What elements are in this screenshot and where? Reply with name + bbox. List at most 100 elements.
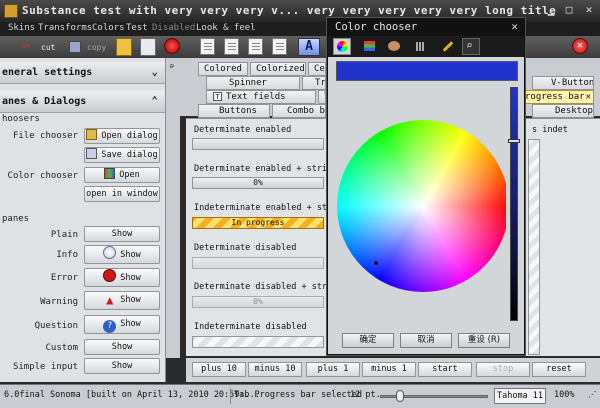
tab-buttons[interactable]: Buttons [198,104,270,118]
file-chooser-label: File chooser [12,131,78,141]
exit-icon[interactable]: ✕ [572,38,588,54]
close-icon[interactable]: ✕ [582,4,596,18]
align-center-icon[interactable] [224,38,239,55]
choosers-group-label: hoosers [2,114,40,124]
warning-label: Warning [40,297,78,307]
plain-label: Plain [50,230,78,240]
status-divider [230,388,231,404]
tab-v-buttons[interactable]: V-Buttons [532,76,594,90]
open-color-chooser-button[interactable]: Open [84,167,160,183]
reset-button[interactable]: 重设 (R) [458,333,510,348]
info-label: Info [56,250,78,260]
tab-combo-box[interactable]: Combo box [272,104,326,118]
minimize-icon[interactable]: ▁ [544,4,558,18]
color-picker-tab[interactable]: ⌕ [462,38,480,55]
tab-desktop[interactable]: Desktop [532,104,594,118]
tab-colored[interactable]: Colored [198,62,248,76]
reset-button[interactable]: reset [532,362,586,377]
brightness-slider[interactable] [510,87,518,321]
plus-10-button[interactable]: plus 10 [192,362,246,377]
stop-button[interactable]: stop [476,362,530,377]
simple-input-label: Simple input [12,362,78,372]
tab-scroll-area: ⌕ [166,58,180,358]
tab-ce[interactable]: Ce [308,62,326,76]
color-wheel-tab[interactable] [333,38,351,55]
show-question-button[interactable]: ? Show [84,315,160,334]
indeterminate-enabled-string-label: Indeterminate enabled + string [194,203,348,213]
indeterminate-disabled-progress [192,336,324,348]
save-icon[interactable] [140,38,156,56]
close-icon[interactable]: ✕ [511,20,518,33]
panes-dialogs-header[interactable]: anes & Dialogs ⌃ [0,91,165,113]
font-selector[interactable]: Tahoma 11 [494,388,546,404]
copy-icon [69,41,81,53]
color-chooser-tabs: ⌕ [328,36,524,57]
menu-test[interactable]: Test [126,23,148,33]
paste-icon[interactable] [116,38,132,56]
determinate-disabled-string-progress: 0% [192,296,324,308]
open-in-window-button[interactable]: open in window [84,186,160,202]
start-button[interactable]: start [418,362,472,377]
tab-progress-bar[interactable]: rogress bar ✕ [522,90,594,104]
font-size-slider-thumb[interactable] [396,390,404,402]
chevron-up-icon: ⌃ [151,94,158,107]
menu-look-and-feel[interactable]: Look & feel [196,23,256,33]
color-swatches-tab[interactable] [412,38,430,55]
plus-1-button[interactable]: plus 1 [306,362,360,377]
menu-skins[interactable]: Skins [8,23,35,33]
determinate-disabled-progress [192,257,324,269]
minus-1-button[interactable]: minus 1 [362,362,416,377]
color-sliders-tab[interactable] [361,38,379,55]
error-icon [103,269,117,282]
tab-colorized[interactable]: Colorized [250,62,306,76]
general-settings-header[interactable]: eneral settings ⌄ [0,62,165,84]
align-justify-icon[interactable] [272,38,287,55]
question-label: Question [34,321,78,331]
menu-transforms[interactable]: Transforms [38,23,92,33]
error-label: Error [50,273,78,283]
copy-button[interactable]: copy [66,38,106,56]
color-crayons-tab[interactable] [438,38,456,55]
show-simple-input-button[interactable]: Show [84,358,160,374]
color-palette-tab[interactable] [385,38,403,55]
align-right-icon[interactable] [248,38,263,55]
tab-spinner[interactable]: Spinner [206,76,300,90]
scissors-icon: ✂ [23,39,31,54]
search-icon[interactable]: ⌕ [169,62,174,72]
show-info-button[interactable]: Show [84,245,160,264]
font-icon[interactable]: A [298,38,320,56]
determinate-enabled-label: Determinate enabled [194,125,292,135]
open-dialog-button[interactable]: Open dialog [84,128,160,144]
stop-icon[interactable] [164,38,180,54]
color-wheel-marker[interactable] [374,261,378,265]
maximize-icon[interactable]: □ [562,4,576,18]
indeterminate-vertical-label: s indet [532,125,568,135]
determinate-disabled-string-label: Determinate disabled + string [194,282,343,292]
menu-colors[interactable]: Colors [92,23,125,33]
cancel-button[interactable]: 取消 [400,333,452,348]
cut-button[interactable]: ✂ cut [20,38,60,56]
menu-disabled[interactable]: Disabled [152,23,195,33]
brightness-slider-thumb[interactable] [508,139,520,143]
show-custom-button[interactable]: Show [84,339,160,355]
show-error-button[interactable]: Show [84,268,160,287]
indeterminate-enabled-string-progress: In progress [192,217,324,229]
minus-10-button[interactable]: minus 10 [248,362,302,377]
determinate-disabled-label: Determinate disabled [194,243,297,253]
show-plain-button[interactable]: Show [84,226,160,242]
show-warning-button[interactable]: ▲ Show [84,291,160,310]
resize-grip-icon[interactable]: ⋰ [588,390,597,400]
tab-t[interactable]: T [318,90,326,104]
ok-button[interactable]: 确定 [342,333,394,348]
window-title: Substance test with very very very v... … [22,4,557,17]
tab-tr[interactable]: Tr [302,76,326,90]
tab-text-fields[interactable]: T Text fields [206,90,316,104]
crayon-icon [442,41,454,52]
save-dialog-button[interactable]: Save dialog [84,147,160,163]
color-wheel[interactable] [336,85,506,325]
custom-label: Custom [45,343,78,353]
align-left-icon[interactable] [200,38,215,55]
status-tab-selected: Tab Progress bar selected [234,390,362,400]
close-tab-icon[interactable]: ✕ [586,91,591,103]
status-bar: 6.0final Sonoma [built on April 13, 2010… [0,384,600,408]
